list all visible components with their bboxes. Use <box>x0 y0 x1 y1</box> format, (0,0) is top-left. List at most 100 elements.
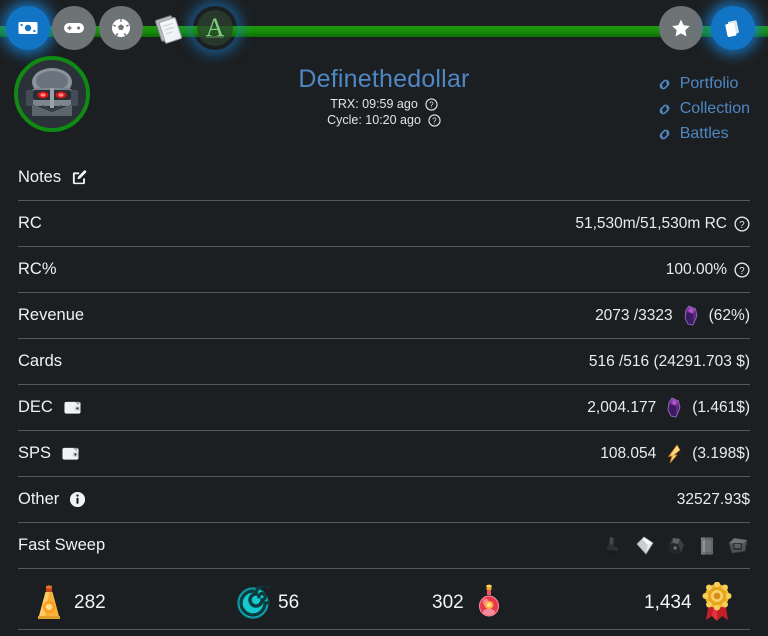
row-label: SPS <box>18 444 80 463</box>
row-value: 2,004.177 (1.461$) <box>587 396 750 420</box>
nav-links: Portfolio Collection Battles <box>656 72 750 147</box>
row-cards: Cards 516 /516 (24291.703 $) <box>18 339 750 385</box>
row-notes[interactable]: Notes <box>18 155 750 201</box>
row-revenue: Revenue 2073 /3323 (62%) <box>18 293 750 339</box>
help-icon[interactable]: ? <box>734 216 750 232</box>
gold-medal-stat[interactable]: 1,434 <box>644 582 734 624</box>
row-label-text: RC <box>18 214 42 233</box>
gold-medal-icon <box>700 582 734 624</box>
row-rc: RC 51,530m/51,530m RC ? <box>18 201 750 247</box>
svg-text:?: ? <box>432 116 437 125</box>
svg-text:?: ? <box>739 265 745 276</box>
scroll-icon[interactable] <box>633 534 657 558</box>
deck-icon[interactable] <box>711 6 755 50</box>
red-potion-icon <box>472 583 506 623</box>
row-label-text: SPS <box>18 444 51 463</box>
nav-link-collection[interactable]: Collection <box>656 97 750 121</box>
chest-icon[interactable] <box>726 534 750 558</box>
nav-label: Portfolio <box>680 72 739 96</box>
row-other: Other 32527.93$ <box>18 477 750 523</box>
top-icon-bar: A <box>0 0 768 62</box>
sps-amount: 108.054 <box>600 445 656 463</box>
dec-crystal-icon <box>663 396 685 420</box>
row-rc-percent: RC% 100.00% ? <box>18 247 750 293</box>
dec-crystal-icon <box>680 304 702 328</box>
boots-icon[interactable] <box>602 534 626 558</box>
tablet-icon[interactable] <box>695 534 719 558</box>
revenue-ratio: 2073 /3323 <box>595 307 673 325</box>
link-icon <box>656 126 673 143</box>
row-label: Notes <box>18 168 88 187</box>
help-icon[interactable]: ? <box>428 114 441 127</box>
row-label-text: Fast Sweep <box>18 536 105 555</box>
info-icon[interactable] <box>69 491 86 508</box>
profile-header: Definethedollar TRX: 09:59 ago ? Cycle: … <box>0 62 768 162</box>
row-value: 516 /516 (24291.703 $) <box>589 353 750 371</box>
dec-usd: (1.461$) <box>692 399 750 417</box>
row-value: 100.00% ? <box>666 261 750 279</box>
cards-value: 516 /516 (24291.703 $) <box>589 353 750 371</box>
trx-status: TRX: 09:59 ago ? <box>0 96 768 112</box>
row-label: Other <box>18 490 86 509</box>
row-sps: SPS 108.054 (3.198$) <box>18 431 750 477</box>
stat-value: 56 <box>278 592 299 614</box>
cycle-status: Cycle: 10:20 ago ? <box>0 112 768 128</box>
row-label: Revenue <box>18 306 84 325</box>
money-icon[interactable] <box>6 6 50 50</box>
row-label: RC <box>18 214 42 233</box>
help-icon[interactable]: ? <box>425 98 438 111</box>
nav-link-battles[interactable]: Battles <box>656 122 750 146</box>
revenue-percent: (62%) <box>709 307 750 325</box>
stat-value: 1,434 <box>644 592 692 614</box>
nav-label: Collection <box>680 97 750 121</box>
row-label: RC% <box>18 260 57 279</box>
page-title: Definethedollar <box>0 62 768 96</box>
help-icon[interactable]: ? <box>734 262 750 278</box>
row-label-text: Revenue <box>18 306 84 325</box>
wallet-icon[interactable] <box>61 445 80 462</box>
page-root: A <box>0 0 768 636</box>
nav-label: Battles <box>680 122 729 146</box>
row-value: 108.054 (3.198$) <box>600 442 750 466</box>
red-potion-stat[interactable]: 302 <box>432 583 506 623</box>
cards-icon[interactable] <box>146 6 190 50</box>
nav-link-portfolio[interactable]: Portfolio <box>656 72 750 96</box>
link-icon <box>656 101 673 118</box>
sweep-icon-group <box>602 534 750 558</box>
svg-text:?: ? <box>429 100 434 109</box>
row-label: DEC <box>18 398 82 417</box>
row-dec: DEC 2,004.177 (1.461$) <box>18 385 750 431</box>
row-label: Cards <box>18 352 62 371</box>
teal-spiral-stat[interactable]: 56 <box>236 586 299 620</box>
row-label-text: Cards <box>18 352 62 371</box>
row-value: 32527.93$ <box>677 491 750 509</box>
gamepad-icon[interactable] <box>52 6 96 50</box>
star-icon[interactable] <box>659 6 703 50</box>
gold-potion-stat[interactable]: 282 <box>32 583 106 623</box>
ball-icon[interactable] <box>99 6 143 50</box>
rc-percent-value: 100.00% <box>666 261 727 279</box>
stat-value: 302 <box>432 592 464 614</box>
row-label-text: Other <box>18 490 59 509</box>
bottom-stats-bar: 282 56 302 1, <box>18 576 750 630</box>
wallet-icon[interactable] <box>63 399 82 416</box>
stats-list: Notes RC 51,530m/51,530m RC ? <box>0 155 768 569</box>
trx-label: TRX: 09:59 ago <box>330 96 418 112</box>
cycle-label: Cycle: 10:20 ago <box>327 112 421 128</box>
other-value: 32527.93$ <box>677 491 750 509</box>
row-value: 51,530m/51,530m RC ? <box>575 215 750 233</box>
ore-icon[interactable] <box>664 534 688 558</box>
rc-value: 51,530m/51,530m RC <box>575 215 727 233</box>
letter-a-icon[interactable]: A <box>193 6 237 50</box>
row-label-text: RC% <box>18 260 57 279</box>
svg-text:?: ? <box>739 219 745 230</box>
stat-value: 282 <box>74 592 106 614</box>
row-label-text: DEC <box>18 398 53 417</box>
row-label: Fast Sweep <box>18 536 105 555</box>
gold-potion-icon <box>32 583 66 623</box>
header-text-block: Definethedollar TRX: 09:59 ago ? Cycle: … <box>0 62 768 128</box>
svg-text:A: A <box>206 13 225 42</box>
edit-icon[interactable] <box>71 169 88 186</box>
sps-usd: (3.198$) <box>692 445 750 463</box>
row-value: 2073 /3323 (62%) <box>595 304 750 328</box>
